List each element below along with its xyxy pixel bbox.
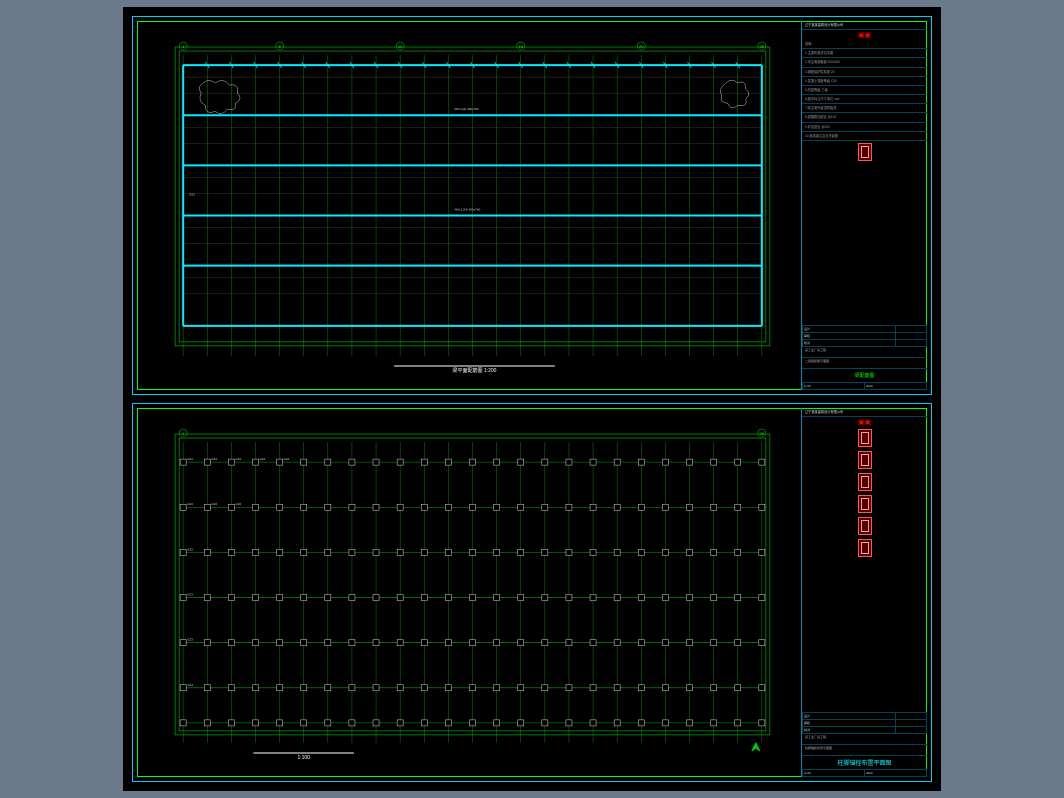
cad-sheet-1[interactable]: 1 5 10 15 20 25 WKL2(2) 300x700 WKL1(24)… — [132, 16, 932, 395]
tb-drawing: 柱脚锚栓布置平面图 — [802, 745, 927, 756]
svg-text:GZ1: GZ1 — [235, 457, 241, 461]
svg-text:5: 5 — [278, 44, 281, 49]
plan-svg-1: 1 5 10 15 20 25 WKL2(2) 300x700 WKL1(24)… — [153, 35, 796, 376]
beam-label-2: WKL1(24) 300x700 — [454, 208, 480, 212]
tb-note-line: 10.悬挑梁注意反弯起筋 — [802, 132, 927, 141]
svg-text:GZ2: GZ2 — [235, 502, 241, 506]
tb-proj: 某工业厂房工程 — [802, 347, 927, 358]
svg-text:15: 15 — [518, 44, 523, 49]
beam-label: WKL2(2) 300x700 — [454, 107, 479, 111]
tb-note-line: 5.抗震等级 三级 — [802, 86, 927, 95]
plan-svg-2: GZ1 GZ1 GZ1 GZ1 GZ1 GZ2 GZ2 GZ2 GZ2 GZ2 GZ3 GZ4 1… — [153, 422, 796, 763]
column-label: GZ1 — [189, 192, 195, 196]
scale-label-1: 梁平面配筋图 1:200 — [453, 367, 497, 374]
plan-area-1[interactable]: 1 5 10 15 20 25 WKL2(2) 300x700 WKL1(24)… — [153, 35, 796, 376]
cad-sheet-2[interactable]: GZ1 GZ1 GZ1 GZ1 GZ1 GZ2 GZ2 GZ2 GZ2 GZ2 GZ3 GZ4 1… — [132, 403, 932, 782]
detail-symbol-icon — [858, 143, 872, 161]
svg-text:GZ1: GZ1 — [187, 457, 193, 461]
tb-rev-table: 设计审核校对 — [802, 325, 927, 347]
tb-sign-table: G-062020 — [802, 769, 927, 777]
tb-note-hdr: 说明： — [802, 40, 927, 49]
svg-text:GZ3: GZ3 — [187, 638, 193, 642]
svg-text:1: 1 — [182, 431, 185, 436]
titleblock-2: 辽宁某某建筑设计有限公司 ▣▣ 设计审核校对 某工业厂房工程 柱脚锚栓布置平面图… — [801, 408, 927, 777]
titleblock-1: 辽宁某某建筑设计有限公司 ▣▣ 说明： 1.主梁布置详见本图 2.未注明梁截面 … — [801, 21, 927, 390]
tb-logo-icon: ▣▣ — [802, 30, 927, 40]
dual-sheet-container: 1 5 10 15 20 25 WKL2(2) 300x700 WKL1(24)… — [123, 7, 941, 791]
tb-company: 辽宁某某建筑设计有限公司 — [802, 21, 927, 30]
revision-cloud — [199, 81, 240, 114]
svg-text:GZ2: GZ2 — [187, 502, 193, 506]
tb-note-line: 1.主梁布置详见本图 — [802, 49, 927, 58]
tb-note-line: 6.图中标注尺寸单位 mm — [802, 95, 927, 104]
tb-note-line: 3.钢筋保护层厚度 25 — [802, 68, 927, 77]
tb-note-line: 9.非加密区 @200 — [802, 123, 927, 132]
tb-footer-title: 梁配筋图 — [802, 369, 927, 382]
svg-text:GZ1: GZ1 — [211, 457, 217, 461]
tb-company: 辽宁某某建筑设计有限公司 — [802, 408, 927, 417]
detail-block-6-icon — [858, 539, 872, 557]
tb-sign-table: G-052020 — [802, 382, 927, 390]
grid-bubbles-top: 1 5 10 15 20 25 — [179, 42, 766, 50]
viewport: 1 5 10 15 20 25 WKL2(2) 300x700 WKL1(24)… — [0, 0, 1064, 798]
svg-text:GZ2: GZ2 — [187, 593, 193, 597]
svg-text:GZ2: GZ2 — [187, 547, 193, 551]
svg-text:GZ1: GZ1 — [284, 457, 290, 461]
tb-note-line: 8.梁箍筋加密区 @100 — [802, 113, 927, 122]
tb-footer-title: 柱脚锚栓布置平面图 — [802, 756, 927, 769]
revision-cloud-2 — [720, 80, 748, 108]
svg-text:10: 10 — [398, 44, 403, 49]
detail-block-5-icon — [858, 517, 872, 535]
detail-block-1-icon — [858, 429, 872, 447]
svg-text:GZ4: GZ4 — [187, 683, 193, 687]
tb-note-line: 7.除注明外梁顶同板顶 — [802, 104, 927, 113]
tb-note-line: 4.混凝土强度等级 C30 — [802, 77, 927, 86]
scale-label-2: 1:100 — [297, 755, 310, 761]
svg-text:GZ2: GZ2 — [211, 502, 217, 506]
tb-proj: 某工业厂房工程 — [802, 734, 927, 745]
plan-area-2[interactable]: GZ1 GZ1 GZ1 GZ1 GZ1 GZ2 GZ2 GZ2 GZ2 GZ2 GZ3 GZ4 1… — [153, 422, 796, 763]
north-arrow-icon — [752, 743, 760, 751]
svg-text:25: 25 — [760, 431, 765, 436]
detail-block-2-icon — [858, 451, 872, 469]
detail-block-4-icon — [858, 495, 872, 513]
svg-text:20: 20 — [639, 44, 644, 49]
tb-note-line: 2.未注明梁截面 200x450 — [802, 58, 927, 67]
tb-logo-icon: ▣▣ — [802, 417, 927, 427]
svg-text:1: 1 — [182, 44, 185, 49]
detail-block-3-icon — [858, 473, 872, 491]
tb-drawing: 二层梁配筋平面图 — [802, 358, 927, 369]
svg-text:GZ1: GZ1 — [259, 457, 265, 461]
svg-text:25: 25 — [760, 44, 765, 49]
tb-rev-table: 设计审核校对 — [802, 712, 927, 734]
